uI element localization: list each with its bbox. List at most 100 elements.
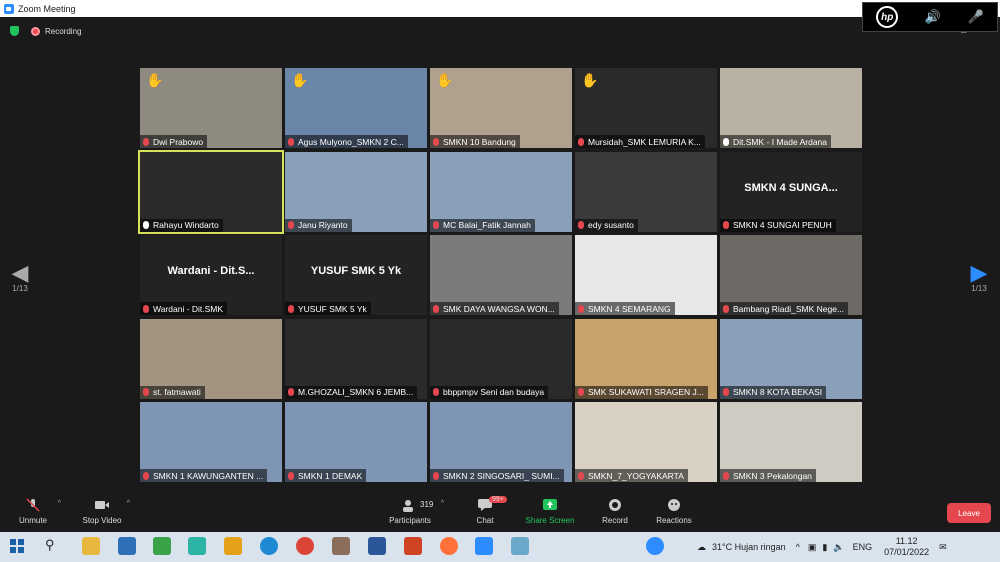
arrow-left-icon: ◀: [11, 260, 29, 285]
weather-text[interactable]: 31°C Hujan ringan: [712, 542, 786, 552]
weather-icon: ☁: [697, 541, 706, 552]
participant-tile[interactable]: ✋ SMKN 10 Bandung: [430, 68, 572, 148]
caret-up-icon[interactable]: ^: [58, 500, 61, 507]
participant-tile[interactable]: ✋ Mursidah_SMK LEMURIA K...: [575, 68, 717, 148]
next-page-button[interactable]: ▶ 1/13: [964, 262, 994, 294]
participant-name: bbppmpv Seni dan budaya: [443, 387, 545, 397]
muted-mic-icon: [578, 471, 584, 480]
participant-tile[interactable]: st. fatmawati: [140, 318, 282, 399]
clock-date: 07/01/2022: [884, 547, 930, 557]
help-icon[interactable]: [646, 537, 664, 555]
muted-mic-icon: [288, 304, 294, 313]
participant-tile[interactable]: SMKN 8 KOTA BEKASI: [720, 318, 862, 399]
muted-mic-icon: [723, 137, 729, 146]
app-icon[interactable]: [188, 537, 206, 555]
participant-tile[interactable]: edy susanto: [575, 151, 717, 232]
participant-tile[interactable]: SMKN 4 SUNGA... SMKN 4 SUNGAI PENUH: [720, 151, 862, 232]
prev-page-button[interactable]: ◀ 1/13: [5, 260, 35, 294]
participant-tile[interactable]: SMKN 4 SEMARANG: [575, 235, 717, 315]
participant-name: SMKN 1 DEMAK: [298, 470, 363, 481]
windows-start-icon[interactable]: [8, 537, 26, 555]
participants-button[interactable]: 319 Participants ^: [380, 498, 444, 525]
participant-name-label: edy susanto: [575, 218, 638, 232]
participant-tile[interactable]: MC Balai_Fatik Jannah: [430, 151, 572, 232]
participant-tile[interactable]: SMKN_7_YOGYAKARTA: [575, 402, 717, 482]
muted-mic-icon: [723, 388, 729, 396]
firefox-icon[interactable]: [440, 537, 458, 555]
participant-tile[interactable]: ✋ Dwi Prabowo: [140, 68, 282, 148]
chrome-icon[interactable]: [296, 537, 314, 555]
muted-mic-icon: [143, 304, 149, 313]
notification-icon[interactable]: ✉: [939, 542, 947, 553]
system-tray: ☁ 31°C Hujan ringan ^ ▣ ▮ 🔈 ENG 11.12 07…: [697, 532, 947, 562]
participant-tile[interactable]: bbppmpv Seni dan budaya: [430, 318, 572, 399]
muted-mic-icon: [433, 304, 439, 313]
powerpoint-icon[interactable]: [404, 537, 422, 555]
participant-name-label: Mursidah_SMK LEMURIA K...: [575, 135, 705, 148]
app-icon[interactable]: [511, 537, 529, 555]
clock[interactable]: 11.12 07/01/2022: [884, 536, 929, 558]
battery-icon[interactable]: ▮: [822, 542, 827, 553]
participant-name: SMK DAYA WANGSA WON...: [443, 303, 555, 314]
file-explorer-icon[interactable]: [82, 537, 100, 555]
muted-mic-icon: [143, 137, 149, 146]
participant-name-label: SMK SUKAWATI SRAGEN J...: [575, 385, 708, 399]
participant-name: SMKN 8 KOTA BEKASI: [733, 387, 823, 397]
participant-tile[interactable]: Dit.SMK - I Made Ardana: [720, 68, 862, 148]
speaker-icon[interactable]: 🔊: [925, 9, 941, 25]
share-screen-icon: [543, 499, 557, 510]
video-grid: ✋ Dwi Prabowo ✋ Agus Mulyono_SMKN 2 C... ✋ SM…: [138, 68, 862, 482]
share-screen-button[interactable]: Share Screen: [520, 498, 580, 525]
participant-tile[interactable]: SMK DAYA WANGSA WON...: [430, 235, 572, 315]
participant-name-label: SMKN 1 KAWUNGANTEN ...: [140, 469, 268, 482]
stop-video-button[interactable]: Stop Video ^: [72, 498, 132, 525]
page-indicator-left: 1/13: [12, 284, 28, 293]
chat-button[interactable]: 99+ Chat: [455, 496, 515, 525]
muted-mic-icon: [143, 221, 149, 229]
participant-tile[interactable]: SMK SUKAWATI SRAGEN J...: [575, 318, 717, 399]
participant-display-name: Wardani - Dit.S...: [167, 265, 255, 277]
language-indicator[interactable]: ENG: [853, 542, 873, 552]
participant-name: SMKN 2 SINGOSARI_ SUMI...: [443, 470, 560, 481]
network-icon[interactable]: ▣: [808, 542, 817, 553]
microphone-icon[interactable]: 🎤: [968, 9, 984, 25]
app-icon[interactable]: [332, 537, 350, 555]
participant-tile[interactable]: Bambang Riadi_SMK Nege...: [720, 235, 862, 315]
participant-tile[interactable]: SMKN 1 DEMAK: [285, 402, 427, 482]
record-label: Record: [602, 516, 628, 525]
record-button[interactable]: Record: [585, 498, 645, 525]
unmute-button[interactable]: Unmute ^: [3, 498, 63, 525]
participant-tile[interactable]: ✋ Agus Mulyono_SMKN 2 C...: [285, 68, 427, 148]
participant-tile[interactable]: SMKN 1 KAWUNGANTEN ...: [140, 402, 282, 482]
participant-name-label: SMKN 2 SINGOSARI_ SUMI...: [430, 469, 564, 482]
participant-tile[interactable]: Rahayu Windarto: [138, 149, 284, 234]
participants-icon: [403, 500, 413, 512]
caret-up-icon[interactable]: ^: [127, 500, 130, 507]
participant-tile[interactable]: M.GHOZALI_SMKN 6 JEMB...: [285, 318, 427, 399]
leave-button[interactable]: Leave: [947, 503, 991, 523]
search-icon[interactable]: ⚲: [45, 537, 63, 555]
edge-icon[interactable]: [260, 537, 278, 555]
participant-tile[interactable]: SMKN 3 Pekalongan: [720, 402, 862, 482]
app-icon[interactable]: [224, 537, 242, 555]
reactions-button[interactable]: Reactions: [644, 498, 704, 525]
raised-hand-icon: ✋: [436, 72, 454, 88]
participant-name: SMK SUKAWATI SRAGEN J...: [588, 387, 704, 397]
encryption-shield-icon[interactable]: [10, 26, 19, 36]
chevron-up-icon[interactable]: ^: [796, 542, 800, 552]
participant-tile[interactable]: Wardani - Dit.S... Wardani - Dit.SMK: [140, 235, 282, 315]
volume-icon[interactable]: 🔈: [833, 542, 844, 553]
store-icon[interactable]: [153, 537, 171, 555]
participant-tile[interactable]: YUSUF SMK 5 Yk YUSUF SMK 5 Yk: [285, 235, 427, 315]
participant-display-name: SMKN 4 SUNGA...: [744, 181, 838, 194]
participant-name-label: M.GHOZALI_SMKN 6 JEMB...: [285, 385, 418, 399]
participant-name-label: st. fatmawati: [140, 385, 205, 399]
caret-up-icon[interactable]: ^: [441, 500, 444, 507]
participant-tile[interactable]: Janu Riyanto: [285, 151, 427, 232]
participant-tile[interactable]: SMKN 2 SINGOSARI_ SUMI...: [430, 402, 572, 482]
word-icon[interactable]: [368, 537, 386, 555]
recording-icon: [31, 26, 40, 36]
mail-icon[interactable]: [118, 537, 136, 555]
participant-name: M.GHOZALI_SMKN 6 JEMB...: [298, 387, 414, 397]
zoom-taskbar-icon[interactable]: [475, 537, 493, 555]
